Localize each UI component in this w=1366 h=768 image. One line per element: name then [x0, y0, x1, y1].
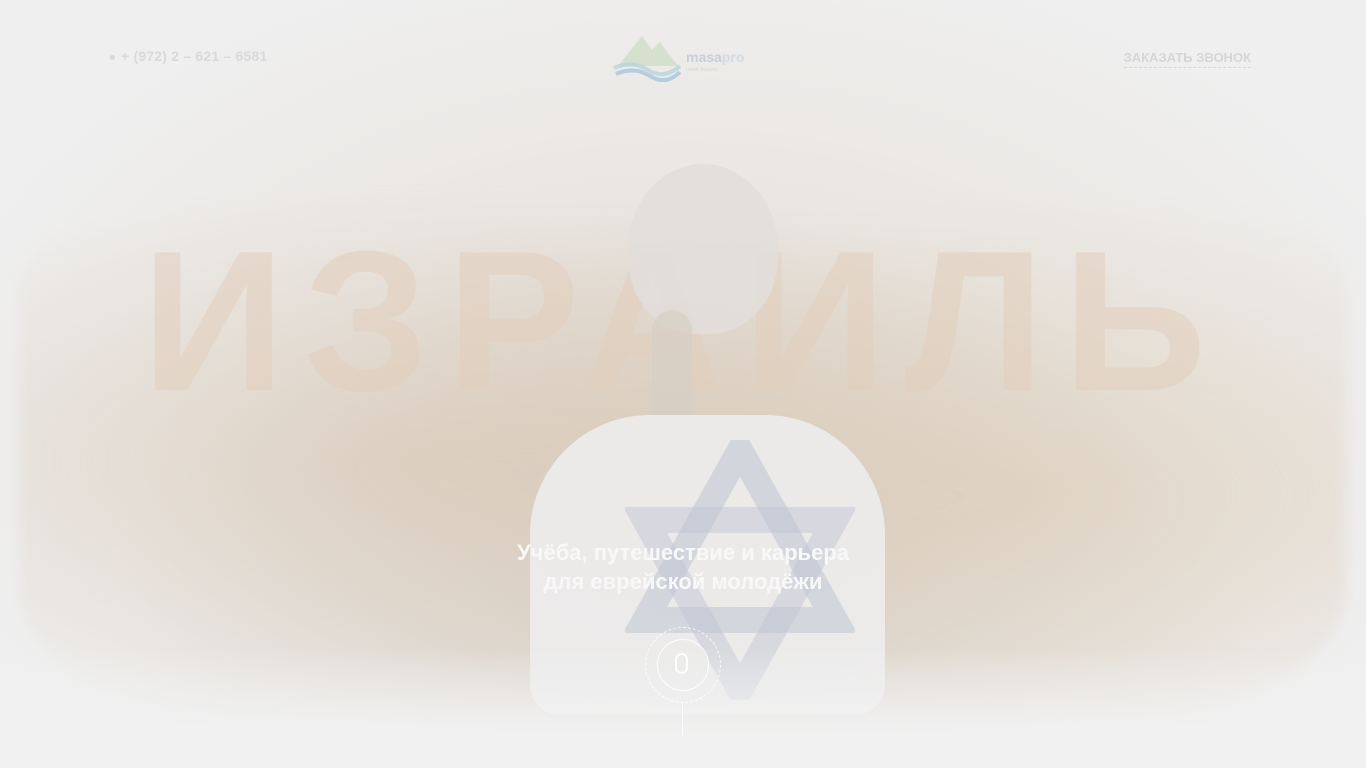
logo-name-part2: pro: [721, 49, 745, 65]
phone-link[interactable]: + (972) 2 – 621 – 6581: [110, 48, 267, 64]
phone-number: + (972) 2 – 621 – 6581: [121, 48, 268, 64]
logo-wordmark: masapro: [686, 49, 744, 65]
order-call-button[interactable]: Заказать звонок: [1123, 50, 1251, 68]
person-head: [628, 164, 778, 334]
logo-name-part1: masa: [686, 49, 722, 65]
phone-icon: [110, 54, 115, 60]
landing-page: ИЗРАИЛЬ + (972) 2 – 621 – 6581 masapro I…: [0, 0, 1366, 768]
hero-subtitle-line1: Учёба, путешествие и карьера: [517, 540, 849, 565]
mouse-scroll-icon: [675, 653, 688, 674]
hero-subtitle-line2: для еврейской молодёжи: [543, 569, 823, 594]
hero-subtitle: Учёба, путешествие и карьера для еврейск…: [0, 538, 1366, 596]
masa-logo-icon: [613, 36, 682, 82]
site-logo[interactable]: masapro Israel Journey: [612, 32, 752, 82]
scroll-down-button[interactable]: [645, 627, 721, 737]
logo-tagline: Israel Journey: [686, 67, 718, 73]
site-header: + (972) 2 – 621 – 6581 masapro Israel Jo…: [0, 0, 1366, 110]
scroll-line: [682, 703, 683, 737]
